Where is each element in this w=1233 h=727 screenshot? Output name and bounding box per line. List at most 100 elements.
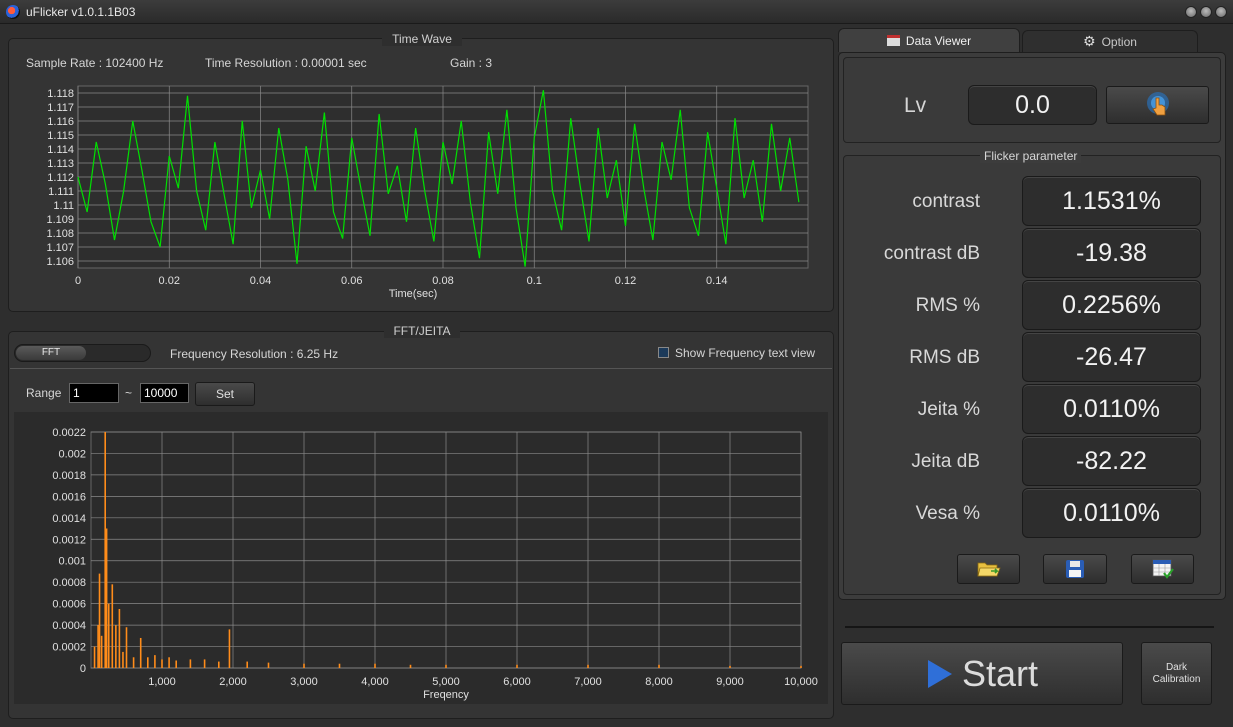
x-tick-label: 2,000 [219,676,247,688]
range-separator: ~ [125,386,133,400]
maximize-button[interactable] [1200,6,1212,18]
y-tick-label: 1.114 [47,144,74,156]
fft-chart: 0.0022 0.002 0.0018 0.0016 0.0014 0.0012 0.001… [14,412,828,704]
set-range-button[interactable]: Set [195,382,255,406]
x-tick-label: 3,000 [290,676,318,688]
lv-label: Lv [904,94,927,117]
x-tick-label: 1,000 [148,676,176,688]
fft-jeita-toggle[interactable]: FFT [14,344,151,362]
param-value: -26.47 [1022,332,1201,382]
param-label: RMS % [915,295,980,316]
start-button[interactable]: Start [841,642,1123,705]
start-label: Start [962,652,1039,694]
x-tick-label: 0.04 [250,275,271,287]
param-value: -82.22 [1022,436,1201,486]
x-tick-label: 0 [75,275,81,287]
dark-calibration-button[interactable]: Dark Calibration [1141,642,1212,705]
time-wave-chart: 1.118 1.117 1.116 1.115 1.114 1.113 1.112 1.111… [46,85,809,300]
y-tick-label: 1.107 [46,242,74,254]
tab-option-label: Option [1101,34,1137,49]
lv-value: 0.0 [968,85,1097,125]
y-tick-label: 1.112 [47,172,74,184]
open-file-button[interactable] [957,554,1020,584]
x-tick-label: 0.14 [706,275,727,287]
y-tick-label: 0.0016 [52,491,86,503]
tab-data-viewer[interactable]: Data Viewer [838,28,1020,52]
x-tick-label: 8,000 [645,676,673,688]
play-icon [928,659,952,688]
param-label: contrast dB [883,243,980,264]
fft-title: FFT/JEITA [384,324,460,338]
y-tick-label: 0.0002 [52,642,86,654]
param-label: Jeita % [917,399,980,420]
x-tick-label: 0.02 [159,275,180,287]
x-axis-label: Time(sec) [389,288,437,300]
param-value: -19.38 [1022,228,1201,278]
x-tick-label: 6,000 [503,676,531,688]
param-label: Vesa % [915,503,980,524]
y-tick-label: 1.106 [46,256,74,268]
dark-calibration-label-line2: Calibration [1152,673,1201,685]
param-label: Jeita dB [911,451,980,472]
param-label: RMS dB [909,347,980,368]
param-value: 0.0110% [1022,488,1201,538]
y-tick-label: 1.116 [47,116,74,128]
param-value: 1.1531% [1022,176,1201,226]
param-value: 0.2256% [1022,280,1201,330]
dark-calibration-label-line1: Dark [1165,661,1188,673]
measure-button[interactable] [1106,86,1209,124]
save-button[interactable] [1043,554,1107,584]
hand-pointer-icon [1146,92,1169,116]
frequency-resolution-label: Frequency Resolution : 6.25 Hz [170,347,339,361]
y-tick-label: 0.001 [58,556,86,568]
y-tick-label: 0.0018 [52,470,86,482]
x-tick-label: 0.12 [615,275,636,287]
y-tick-label: 0.0006 [52,599,86,611]
divider [10,368,832,369]
folder-open-icon [976,562,1001,577]
y-tick-label: 1.111 [48,186,74,198]
x-tick-label: 5,000 [432,676,460,688]
time-wave-title: Time Wave [382,32,462,46]
sample-rate-label: Sample Rate : 102400 Hz [26,56,164,70]
range-to-input[interactable]: 10000 [140,383,189,403]
y-tick-label: 1.118 [47,88,74,100]
fft-mode-label: FFT [16,346,86,360]
y-tick-label: 0.0008 [52,577,86,589]
gain-label: Gain : 3 [450,56,493,70]
param-label: contrast [912,191,980,212]
x-tick-label: 10,000 [784,676,818,688]
app-logo-icon [6,5,20,19]
y-tick-label: 1.115 [47,130,74,142]
gear-icon: ⚙ [1083,33,1096,49]
x-axis-label: Freqency [423,689,469,701]
close-button[interactable] [1215,6,1227,18]
range-label: Range [26,386,62,400]
export-button[interactable] [1131,554,1194,584]
range-from-input[interactable]: 1 [69,383,119,403]
divider [845,626,1214,628]
x-tick-label: 9,000 [716,676,744,688]
table-check-icon [1152,559,1174,579]
x-tick-label: 7,000 [574,676,602,688]
title-bar: uFlicker v1.0.1.1B03 [0,0,1233,24]
y-tick-label: 1.108 [46,228,74,240]
x-tick-label: 0.08 [432,275,453,287]
x-tick-label: 0.1 [527,275,542,287]
tab-option[interactable]: ⚙ Option [1022,30,1198,52]
y-tick-label: 1.109 [46,214,74,226]
x-tick-label: 4,000 [361,676,389,688]
y-tick-label: 1.117 [47,102,74,114]
show-frequency-text-checkbox[interactable] [658,347,669,358]
minimize-button[interactable] [1185,6,1197,18]
show-frequency-text-label: Show Frequency text view [675,346,816,360]
y-tick-label: 0.002 [58,448,86,460]
y-tick-label: 0.0014 [52,513,86,525]
window-title: uFlicker v1.0.1.1B03 [26,5,136,19]
window-icon [886,35,900,46]
flicker-parameter-title: Flicker parameter [980,149,1082,163]
y-tick-label: 1.113 [47,158,74,170]
time-resolution-label: Time Resolution : 0.00001 sec [205,56,367,70]
tab-data-viewer-label: Data Viewer [905,33,972,48]
y-tick-label: 0.0012 [52,534,86,546]
